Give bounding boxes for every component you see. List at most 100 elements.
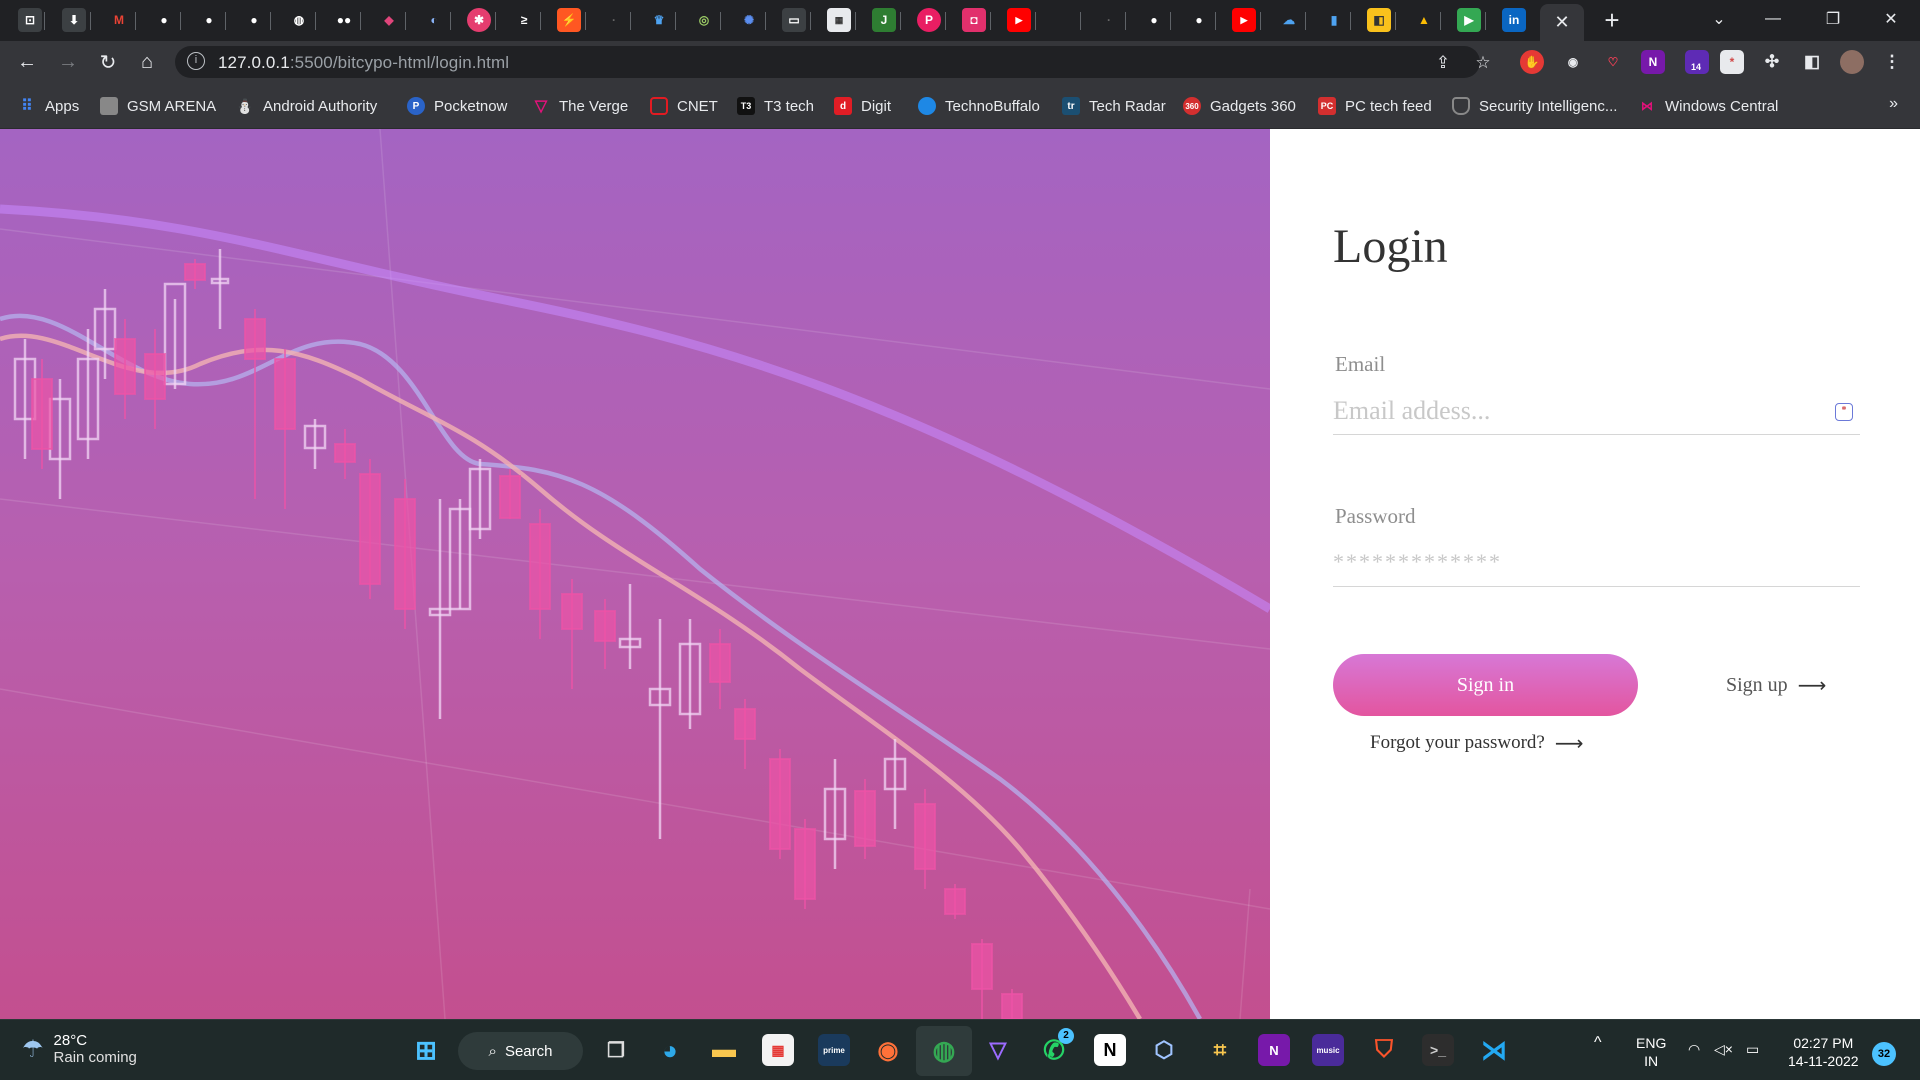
sign-up-link[interactable]: Sign up ⟶ bbox=[1726, 673, 1826, 697]
edge-icon[interactable]: ◕ bbox=[654, 1034, 686, 1066]
github-tab-icon[interactable]: ● bbox=[242, 8, 266, 32]
tab-favicon-29[interactable]: ▮ bbox=[1322, 8, 1346, 32]
whatsapp-icon[interactable]: ✆ 2 bbox=[1038, 1028, 1074, 1066]
side-panel-icon[interactable]: ◧ bbox=[1800, 50, 1824, 74]
chrome-icon[interactable]: ◍ bbox=[928, 1034, 960, 1066]
tab-favicon-9[interactable]: ◐ bbox=[422, 8, 446, 32]
chevron-up-icon[interactable]: ^ bbox=[1594, 1034, 1602, 1052]
terminal-icon[interactable]: >_ bbox=[1422, 1034, 1454, 1066]
url-text[interactable]: 127.0.0.1:5500/bitcypo-html/login.html bbox=[218, 53, 509, 73]
tab-favicon-32[interactable]: ▶ bbox=[1457, 8, 1481, 32]
bookmark-android-authority[interactable]: ⛄ Android Authority bbox=[236, 95, 377, 117]
bookmark-cnet[interactable]: CNET bbox=[650, 95, 718, 117]
close-icon[interactable]: ✕ bbox=[1554, 12, 1569, 33]
language-indicator[interactable]: ENG IN bbox=[1636, 1034, 1666, 1070]
task-view-icon[interactable]: ❐ bbox=[600, 1034, 632, 1066]
youtube-tab-icon[interactable]: ▶ bbox=[1232, 8, 1256, 32]
sign-in-button[interactable]: Sign in bbox=[1333, 654, 1638, 716]
notion-icon[interactable]: N bbox=[1094, 1034, 1126, 1066]
virtualbox-icon[interactable]: ⬡ bbox=[1148, 1034, 1180, 1066]
microsoft-store-icon[interactable]: ▦ bbox=[762, 1034, 794, 1066]
bookmark-technobuffalo[interactable]: TechnoBuffalo bbox=[918, 95, 1040, 117]
bookmark-pc-tech-feed[interactable]: PC PC tech feed bbox=[1318, 95, 1432, 117]
linkedin-tab-icon[interactable]: in bbox=[1502, 8, 1526, 32]
tab-favicon-10[interactable]: ✱ bbox=[467, 8, 491, 32]
active-tab[interactable]: ✕ bbox=[1540, 4, 1584, 41]
forward-arrow-icon[interactable]: → bbox=[52, 46, 84, 78]
gmail-tab-icon[interactable]: M bbox=[107, 8, 131, 32]
bookmark-t3-tech[interactable]: T3 T3 tech bbox=[737, 95, 814, 117]
share-icon[interactable]: ⇪ bbox=[1432, 52, 1454, 74]
pocket-icon[interactable]: ♡ bbox=[1601, 50, 1625, 74]
bookmark-star-icon[interactable]: ☆ bbox=[1472, 52, 1494, 74]
github-tab-icon[interactable]: ● bbox=[152, 8, 176, 32]
tab-favicon-24[interactable]: · bbox=[1097, 8, 1121, 32]
bookmark-gsmarena[interactable]: GSM ARENA bbox=[100, 95, 216, 117]
shield-tab-icon[interactable]: ◆ bbox=[377, 8, 401, 32]
vpn-icon[interactable]: ▽ bbox=[982, 1034, 1014, 1066]
tab-favicon-12[interactable]: ⚡ bbox=[557, 8, 581, 32]
youtube-tab-icon[interactable]: ▶ bbox=[1007, 8, 1031, 32]
notification-badge[interactable]: 32 bbox=[1872, 1042, 1896, 1066]
taskbar-search[interactable]: ⌕ Search bbox=[458, 1032, 583, 1070]
menu-kebab-icon[interactable]: ⋮ bbox=[1880, 50, 1904, 74]
extension-icon-6[interactable]: * bbox=[1720, 50, 1744, 74]
minimize-button[interactable]: — bbox=[1750, 0, 1796, 38]
extensions-puzzle-icon[interactable]: ✣ bbox=[1760, 50, 1784, 74]
tab-favicon-2[interactable]: ⬇ bbox=[62, 8, 86, 32]
extension-icon-2[interactable]: ◉ bbox=[1561, 50, 1585, 74]
onenote-taskbar-icon[interactable]: N bbox=[1258, 1034, 1290, 1066]
tab-favicon-14[interactable]: ♛ bbox=[647, 8, 671, 32]
app-icon-yellow[interactable]: ⌗ bbox=[1204, 1034, 1236, 1066]
more-bookmarks-icon[interactable]: » bbox=[1889, 95, 1898, 113]
github-tab-icon[interactable]: ● bbox=[1187, 8, 1211, 32]
bookmark-security-intelligence[interactable]: Security Intelligenc... bbox=[1452, 95, 1617, 117]
tab-favicon-28[interactable]: ☁ bbox=[1277, 8, 1301, 32]
tab-favicon-11[interactable]: ≥ bbox=[512, 8, 536, 32]
close-window-button[interactable]: ✕ bbox=[1868, 0, 1914, 38]
medium-tab-icon[interactable]: ●● bbox=[332, 8, 356, 32]
bookmark-windows-central[interactable]: ⋈ Windows Central bbox=[1638, 95, 1778, 117]
tab-favicon-23[interactable] bbox=[1062, 8, 1086, 32]
address-bar[interactable]: i 127.0.0.1:5500/bitcypo-html/login.html… bbox=[175, 46, 1491, 78]
windows-start-icon[interactable]: ⊞ bbox=[410, 1034, 442, 1066]
bookmark-digit[interactable]: d Digit bbox=[834, 95, 891, 117]
password-manager-icon[interactable]: * bbox=[1835, 403, 1853, 421]
bookmark-pocketnow[interactable]: P Pocketnow bbox=[407, 95, 507, 117]
vscode-icon[interactable]: ⋊ bbox=[1478, 1034, 1510, 1066]
tab-favicon-13[interactable]: · bbox=[602, 8, 626, 32]
github-tab-icon[interactable]: ● bbox=[197, 8, 221, 32]
forgot-password-link[interactable]: Forgot your password? ⟶ bbox=[1370, 731, 1584, 755]
tab-search-icon[interactable]: ⌄ bbox=[1696, 0, 1742, 38]
prime-video-icon[interactable]: prime bbox=[818, 1034, 850, 1066]
password-field[interactable] bbox=[1333, 537, 1860, 587]
onenote-icon[interactable]: N bbox=[1641, 50, 1665, 74]
extension-icon-5[interactable]: 14 bbox=[1685, 50, 1709, 74]
tab-favicon-16[interactable]: ✺ bbox=[737, 8, 761, 32]
home-icon[interactable]: ⌂ bbox=[131, 46, 163, 78]
instagram-tab-icon[interactable]: ◘ bbox=[962, 8, 986, 32]
tab-favicon-20[interactable]: P bbox=[917, 8, 941, 32]
tab-favicon-18[interactable]: ▦ bbox=[827, 8, 851, 32]
volume-muted-icon[interactable]: ◁× bbox=[1714, 1040, 1733, 1058]
drive-tab-icon[interactable]: ▲ bbox=[1412, 8, 1436, 32]
bookmark-gadgets-360[interactable]: 360 Gadgets 360 bbox=[1183, 95, 1296, 117]
tab-favicon-17[interactable]: ▭ bbox=[782, 8, 806, 32]
brave-icon[interactable]: ⛉ bbox=[1368, 1034, 1400, 1066]
bookmark-tech-radar[interactable]: tr Tech Radar bbox=[1062, 95, 1166, 117]
wifi-icon[interactable]: ◠ bbox=[1688, 1040, 1700, 1058]
clock[interactable]: 02:27 PM 14-11-2022 bbox=[1788, 1034, 1859, 1070]
site-info-icon[interactable]: i bbox=[187, 52, 205, 70]
bookmark-the-verge[interactable]: ▽ The Verge bbox=[532, 95, 628, 117]
tab-favicon-1[interactable]: ⊡ bbox=[18, 8, 42, 32]
back-arrow-icon[interactable]: ← bbox=[11, 46, 43, 78]
email-field[interactable] bbox=[1333, 387, 1860, 435]
battery-icon[interactable]: ▭ bbox=[1746, 1040, 1759, 1058]
restore-button[interactable]: ❐ bbox=[1810, 0, 1856, 38]
reload-icon[interactable]: ↻ bbox=[92, 46, 124, 78]
amazon-music-icon[interactable]: music bbox=[1312, 1034, 1344, 1066]
firefox-icon[interactable]: ◉ bbox=[872, 1034, 904, 1066]
tab-favicon-30[interactable]: ◧ bbox=[1367, 8, 1391, 32]
new-tab-button[interactable]: + bbox=[1598, 6, 1626, 34]
globe-tab-icon[interactable]: ◍ bbox=[287, 8, 311, 32]
